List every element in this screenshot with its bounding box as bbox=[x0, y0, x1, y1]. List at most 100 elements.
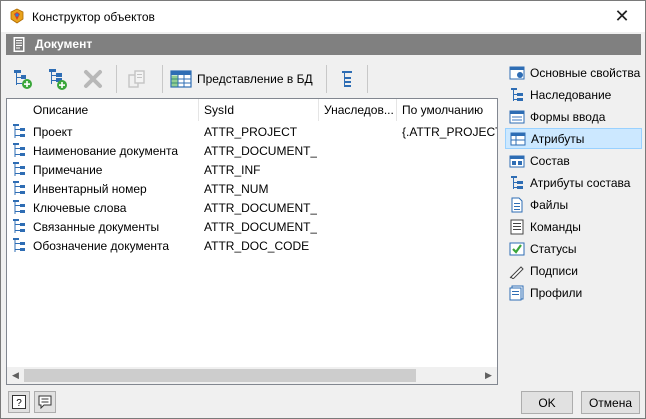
footer: ? OK Отмена bbox=[1, 387, 645, 418]
nav-item[interactable]: Атрибуты состава bbox=[505, 172, 642, 193]
cell-description: Ключевые слова bbox=[33, 201, 127, 215]
nav-item-label: Формы ввода bbox=[530, 109, 606, 124]
cell-sysid: ATTR_DOC_CODE bbox=[204, 239, 310, 253]
toolbar-separator bbox=[326, 65, 327, 93]
nav-item[interactable]: Команды bbox=[505, 216, 642, 237]
toolbar-separator bbox=[116, 65, 117, 93]
nav-item-label: Статусы bbox=[530, 241, 577, 256]
commands-icon bbox=[510, 219, 524, 234]
delete-button[interactable] bbox=[78, 65, 108, 93]
table-row[interactable]: Обозначение документа ATTR_DOC_CODE bbox=[7, 236, 497, 255]
composition-attributes-icon bbox=[511, 175, 523, 189]
horizontal-scrollbar[interactable]: ◀ ▶ bbox=[7, 367, 497, 384]
statuses-icon bbox=[509, 242, 525, 255]
cell-default: {.ATTR_PROJECT} bbox=[402, 125, 497, 139]
cell-inherited bbox=[324, 217, 395, 236]
cell-default bbox=[402, 160, 497, 179]
cell-default bbox=[402, 141, 497, 160]
cell-inherited bbox=[324, 122, 395, 141]
cell-description: Обозначение документа bbox=[33, 239, 170, 253]
column-header-description[interactable]: Описание bbox=[7, 99, 199, 121]
comment-button[interactable] bbox=[34, 391, 56, 413]
cell-inherited bbox=[324, 179, 395, 198]
db-view-label: Представление в БД bbox=[197, 72, 313, 86]
attribute-icon bbox=[13, 143, 25, 157]
properties-icon bbox=[509, 66, 525, 79]
table-row[interactable]: Проект ATTR_PROJECT {.ATTR_PROJECT} bbox=[7, 122, 497, 141]
cell-sysid: ATTR_INF bbox=[204, 163, 261, 177]
title-bar: Конструктор объектов ✕ bbox=[1, 1, 645, 32]
cell-default bbox=[402, 179, 497, 198]
cell-sysid: ATTR_DOCUMENT_... bbox=[204, 144, 317, 158]
nav-item-label: Файлы bbox=[530, 197, 569, 212]
cell-inherited bbox=[324, 236, 395, 255]
cell-description: Инвентарный номер bbox=[33, 182, 147, 196]
cell-description: Проект bbox=[33, 125, 73, 139]
attributes-icon bbox=[510, 132, 526, 145]
toolbar-separator bbox=[367, 65, 368, 93]
grid-header: Описание SysId Унаследов... По умолчанию bbox=[7, 99, 497, 121]
scrollbar-thumb[interactable] bbox=[24, 369, 416, 382]
attributes-panel: Представление в БД Описание SysId Унасле… bbox=[6, 60, 498, 385]
nav-item[interactable]: Наследование bbox=[505, 84, 642, 105]
files-icon bbox=[511, 197, 523, 212]
table-row[interactable]: Инвентарный номер ATTR_NUM bbox=[7, 179, 497, 198]
table-row[interactable]: Связанные документы ATTR_DOCUMENT_... bbox=[7, 217, 497, 236]
close-button[interactable]: ✕ bbox=[599, 1, 645, 31]
add-attribute-icon bbox=[14, 70, 32, 89]
add-child-icon bbox=[49, 69, 67, 90]
nav-item[interactable]: Статусы bbox=[505, 238, 642, 259]
nav-item[interactable]: Подписи bbox=[505, 260, 642, 281]
cell-sysid: ATTR_DOCUMENT_... bbox=[204, 201, 317, 215]
nav-item-label: Состав bbox=[530, 153, 570, 168]
nav-item[interactable]: Профили bbox=[505, 282, 642, 303]
ok-button[interactable]: OK bbox=[521, 391, 573, 414]
nav-item[interactable]: Состав bbox=[505, 150, 642, 171]
add-child-attribute-button[interactable] bbox=[42, 65, 72, 93]
cancel-button[interactable]: Отмена bbox=[581, 391, 640, 414]
cell-sysid: ATTR_NUM bbox=[204, 182, 269, 196]
attribute-icon bbox=[13, 181, 25, 195]
attribute-icon bbox=[13, 162, 25, 176]
section-title: Документ bbox=[35, 37, 93, 51]
document-icon bbox=[13, 37, 25, 52]
attribute-icon bbox=[13, 200, 25, 214]
toolbar: Представление в БД bbox=[6, 60, 498, 98]
nav-item[interactable]: Атрибуты bbox=[505, 128, 642, 149]
nav-item[interactable]: Файлы bbox=[505, 194, 642, 215]
table-row[interactable]: Ключевые слова ATTR_DOCUMENT_... bbox=[7, 198, 497, 217]
comment-icon bbox=[38, 395, 52, 409]
scroll-left-icon[interactable]: ◀ bbox=[7, 367, 24, 384]
delete-icon bbox=[84, 70, 102, 88]
table-row[interactable]: Наименование документа ATTR_DOCUMENT_... bbox=[7, 141, 497, 160]
column-header-default[interactable]: По умолчанию bbox=[397, 99, 497, 121]
cell-inherited bbox=[324, 198, 395, 217]
scroll-right-icon[interactable]: ▶ bbox=[480, 367, 497, 384]
nav-item-label: Наследование bbox=[530, 87, 612, 102]
nav-item-label: Атрибуты состава bbox=[530, 175, 631, 190]
toolbar-separator bbox=[162, 65, 163, 93]
column-header-inherited[interactable]: Унаследов... bbox=[319, 99, 397, 121]
svg-text:?: ? bbox=[16, 398, 22, 409]
help-icon: ? bbox=[12, 395, 26, 409]
cell-default bbox=[402, 217, 497, 236]
cell-description: Связанные документы bbox=[33, 220, 160, 234]
composition-icon bbox=[509, 155, 525, 167]
db-view-button[interactable]: Представление в БД bbox=[170, 65, 340, 93]
table-row[interactable]: Примечание ATTR_INF bbox=[7, 160, 497, 179]
column-header-sysid[interactable]: SysId bbox=[199, 99, 319, 121]
tree-view-icon bbox=[342, 71, 352, 87]
tree-view-button[interactable] bbox=[332, 65, 362, 93]
cell-sysid: ATTR_DOCUMENT_... bbox=[204, 220, 317, 234]
database-table-icon bbox=[170, 70, 192, 88]
signatures-icon bbox=[509, 265, 524, 279]
help-button[interactable]: ? bbox=[8, 391, 30, 413]
cell-description: Примечание bbox=[33, 163, 103, 177]
nav-item-label: Команды bbox=[530, 219, 581, 234]
object-designer-window: Конструктор объектов ✕ Документ Представ… bbox=[0, 0, 646, 419]
nav-item[interactable]: Основные свойства bbox=[505, 62, 642, 83]
add-attribute-button[interactable] bbox=[8, 65, 38, 93]
nav-item[interactable]: Формы ввода bbox=[505, 106, 642, 127]
copy-button[interactable] bbox=[122, 65, 152, 93]
cell-default bbox=[402, 236, 497, 255]
